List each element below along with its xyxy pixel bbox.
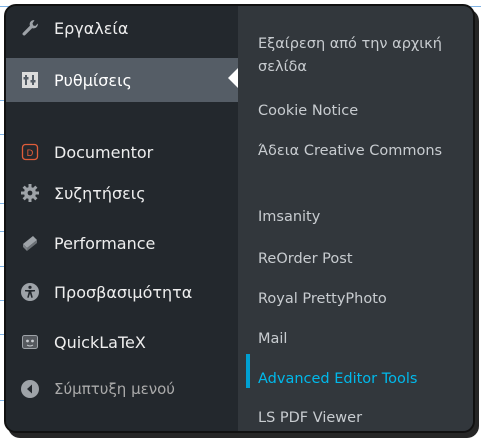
collapse-arrow-icon bbox=[20, 379, 40, 399]
menu-item-label: Προσβασιμότητα bbox=[54, 282, 193, 302]
menu-item-label: Documentor bbox=[54, 142, 154, 162]
submenu-item-exclude-homepage[interactable]: Εξαίρεση από την αρχική σελίδα bbox=[238, 33, 473, 79]
wrench-icon bbox=[20, 18, 40, 38]
submenu-item-reorder-post[interactable]: ReOrder Post bbox=[238, 248, 473, 271]
submenu-item-label: Advanced Editor Tools bbox=[258, 371, 418, 387]
documentor-icon: D bbox=[20, 142, 40, 162]
submenu-item-label: Cookie Notice bbox=[258, 103, 359, 119]
accessibility-icon bbox=[20, 282, 40, 302]
submenu-item-label: LS PDF Viewer bbox=[258, 410, 363, 426]
collapse-menu-button[interactable]: Σύμπτυξη μενού bbox=[6, 367, 238, 411]
collapse-menu-label: Σύμπτυξη μενού bbox=[54, 380, 175, 398]
active-menu-pointer bbox=[228, 68, 238, 88]
menu-item-label: Ρυθμίσεις bbox=[54, 70, 132, 90]
submenu-item-cookie-notice[interactable]: Cookie Notice bbox=[238, 100, 473, 123]
submenu-item-label: Royal PrettyPhoto bbox=[258, 291, 387, 307]
menu-item-tools[interactable]: Εργαλεία bbox=[6, 6, 238, 50]
svg-text:D: D bbox=[27, 149, 34, 159]
quicklatex-icon bbox=[20, 332, 40, 352]
submenu-item-creative-commons[interactable]: Άδεια Creative Commons bbox=[238, 140, 473, 163]
menu-item-documentor[interactable]: D Documentor bbox=[6, 130, 238, 174]
settings-submenu: Εξαίρεση από την αρχική σελίδα Cookie No… bbox=[238, 6, 473, 431]
menu-item-label: QuickLaTeX bbox=[54, 332, 146, 352]
admin-menu-screenshot: Εργαλεία Ρυθμίσεις D Documentor Συζητήσε… bbox=[4, 4, 475, 433]
submenu-item-label: Άδεια Creative Commons bbox=[258, 143, 443, 159]
menu-item-label: Εργαλεία bbox=[54, 18, 129, 38]
menu-item-label: Performance bbox=[54, 233, 156, 253]
settings-sliders-icon bbox=[20, 70, 40, 90]
submenu-item-label: Mail bbox=[258, 331, 288, 347]
performance-icon bbox=[20, 233, 40, 253]
menu-item-performance[interactable]: Performance bbox=[6, 221, 238, 265]
submenu-item-mail[interactable]: Mail bbox=[238, 328, 473, 351]
admin-sidebar: Εργαλεία Ρυθμίσεις D Documentor Συζητήσε… bbox=[6, 6, 238, 431]
submenu-item-label: Imsanity bbox=[258, 209, 321, 225]
submenu-item-label: Εξαίρεση από την αρχική σελίδα bbox=[258, 36, 442, 75]
submenu-item-ls-pdf-viewer[interactable]: LS PDF Viewer bbox=[238, 407, 473, 430]
menu-item-accessibility[interactable]: Προσβασιμότητα bbox=[6, 270, 238, 314]
menu-item-quicklatex[interactable]: QuickLaTeX bbox=[6, 320, 238, 364]
submenu-item-advanced-editor-tools[interactable]: Advanced Editor Tools bbox=[238, 368, 473, 391]
submenu-item-label: ReOrder Post bbox=[258, 251, 353, 267]
gear-icon bbox=[20, 183, 40, 203]
submenu-item-imsanity[interactable]: Imsanity bbox=[238, 206, 473, 229]
submenu-item-royal-prettyphoto[interactable]: Royal PrettyPhoto bbox=[238, 288, 473, 311]
menu-item-discussion[interactable]: Συζητήσεις bbox=[6, 171, 238, 215]
menu-item-settings[interactable]: Ρυθμίσεις bbox=[6, 58, 238, 102]
menu-item-label: Συζητήσεις bbox=[54, 183, 146, 203]
